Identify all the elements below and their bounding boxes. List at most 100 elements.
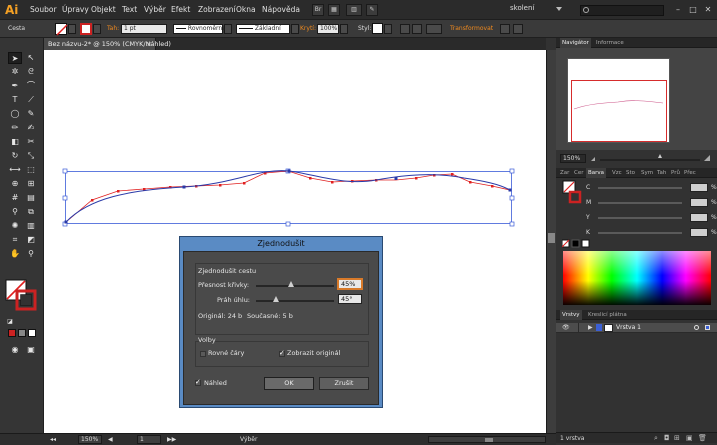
tab-info[interactable]: Informace xyxy=(594,38,626,48)
line-tool-icon[interactable]: ⟋ xyxy=(24,94,38,106)
scissors-tool-icon[interactable]: ✂ xyxy=(24,136,38,148)
minimize-button[interactable]: – xyxy=(672,4,684,15)
anchor-point[interactable] xyxy=(64,220,68,224)
anchor-point[interactable] xyxy=(287,169,291,173)
hand-tool-icon[interactable]: ✋ xyxy=(8,248,22,260)
brush-dropdown[interactable] xyxy=(291,24,299,34)
opacity-dropdown[interactable] xyxy=(340,24,348,34)
handle-bottom-right[interactable] xyxy=(509,221,515,227)
default-colors-icon[interactable]: ◪ xyxy=(6,316,14,328)
curve-precision-slider-thumb[interactable] xyxy=(288,281,295,287)
stroke-weight-field[interactable]: 1 pt xyxy=(121,24,167,34)
symbol-sprayer-tool-icon[interactable]: ✺ xyxy=(8,220,22,232)
document-setup-icon[interactable] xyxy=(400,24,410,34)
tab-artboards[interactable]: Kreslicí plátna xyxy=(586,310,629,320)
perspective-grid-tool-icon[interactable]: ⊞ xyxy=(24,178,38,190)
brush-select[interactable]: Základní xyxy=(236,24,290,34)
menu-upravy[interactable]: Úpravy xyxy=(62,5,89,14)
pencil-tool-icon[interactable]: ✏ xyxy=(8,122,22,134)
tab-layers[interactable]: Vrstvy xyxy=(560,310,582,320)
menu-efekt[interactable]: Efekt xyxy=(171,5,190,14)
menu-soubor[interactable]: Soubor xyxy=(30,5,57,14)
dialog-title[interactable]: Zjednodušit xyxy=(180,237,382,251)
nav-first-icon[interactable]: ◂◂ xyxy=(50,436,56,443)
delete-layer-icon[interactable]: 🗑 xyxy=(698,434,707,442)
show-original-label[interactable]: Zobrazit originál xyxy=(287,349,340,357)
curvature-tool-icon[interactable]: ⌒ xyxy=(24,80,38,92)
gradient-mode-icon[interactable] xyxy=(18,329,26,337)
brush-icon[interactable]: ✎ xyxy=(366,4,378,16)
panel-menu-icon[interactable] xyxy=(513,24,523,34)
bounding-box[interactable] xyxy=(65,171,512,224)
simplified-path-anchors[interactable] xyxy=(64,169,512,224)
transform-link[interactable]: Transformovat xyxy=(450,25,493,32)
gradient-tool-icon[interactable]: ▤ xyxy=(24,192,38,204)
pen-tool-icon[interactable]: ✒ xyxy=(8,80,22,92)
zoom-field[interactable]: 150% xyxy=(78,435,102,444)
status-mode[interactable]: Výběr xyxy=(240,436,257,443)
cyan-field[interactable] xyxy=(690,183,708,192)
menu-objekt[interactable]: Objekt xyxy=(91,5,116,14)
nav-next-icon[interactable]: ▶▶ xyxy=(167,436,176,443)
isolate-icon[interactable] xyxy=(500,24,510,34)
straight-lines-label[interactable]: Rovné čáry xyxy=(208,349,244,357)
close-window-button[interactable]: ✕ xyxy=(702,4,714,15)
tab-sym[interactable]: Sym xyxy=(639,168,655,178)
cyan-slider[interactable] xyxy=(598,187,682,189)
magenta-slider[interactable] xyxy=(598,202,682,204)
navigator-preview[interactable] xyxy=(567,58,670,143)
angle-threshold-field[interactable]: 45° xyxy=(338,294,362,304)
tab-tah[interactable]: Tah xyxy=(655,168,668,178)
stroke-label[interactable]: Tah: xyxy=(107,25,119,32)
new-sublayer-icon[interactable]: ⊞ xyxy=(674,434,680,442)
tab-zar[interactable]: Zar xyxy=(558,168,571,178)
layer-name[interactable]: Vrstva 1 xyxy=(616,324,641,331)
curve-precision-field[interactable]: 45% xyxy=(338,279,362,289)
stock-icon[interactable]: ▦ xyxy=(328,4,340,16)
show-original-checkbox[interactable] xyxy=(279,349,285,357)
anchor-point[interactable] xyxy=(182,185,186,189)
stroke-dropdown[interactable] xyxy=(93,24,101,34)
menu-napoveda[interactable]: Nápověda xyxy=(262,5,300,14)
horizontal-scrollbar[interactable] xyxy=(428,436,546,443)
scale-tool-icon[interactable]: ⤡ xyxy=(24,150,38,162)
lasso-tool-icon[interactable]: ᘓ xyxy=(24,66,38,78)
maximize-button[interactable]: □ xyxy=(687,4,699,15)
document-tab[interactable]: Bez názvu-2* @ 150% (CMYK/Náhled) × xyxy=(44,38,171,50)
drawing-mode-icon[interactable]: ◉ xyxy=(8,344,22,356)
close-tab-icon[interactable]: × xyxy=(147,38,152,50)
magenta-field[interactable] xyxy=(690,198,708,207)
slice-tool-icon[interactable]: ◩ xyxy=(24,234,38,246)
handle-top-right[interactable] xyxy=(509,168,515,174)
profile-dropdown[interactable] xyxy=(224,24,232,34)
blend-tool-icon[interactable]: ⧉ xyxy=(24,206,38,218)
artboard-tool-icon[interactable]: ⌗ xyxy=(8,234,22,246)
anchor-point[interactable] xyxy=(508,188,512,192)
align-icon[interactable] xyxy=(426,24,442,34)
straight-lines-checkbox[interactable] xyxy=(200,351,206,357)
zoom-tool-icon[interactable]: ⚲ xyxy=(24,248,38,260)
mesh-tool-icon[interactable]: # xyxy=(8,192,22,204)
angle-threshold-slider-thumb[interactable] xyxy=(272,296,279,302)
nav-prev-icon[interactable]: ◀ xyxy=(108,436,113,443)
clipping-mask-icon[interactable]: ◘ xyxy=(664,434,670,442)
selection-indicator-icon[interactable] xyxy=(705,325,710,330)
fill-dropdown[interactable] xyxy=(68,24,76,34)
preferences-icon[interactable] xyxy=(412,24,422,34)
menu-text[interactable]: Text xyxy=(122,5,137,14)
locate-object-icon[interactable]: ⌕ xyxy=(654,434,658,443)
eye-icon[interactable]: 👁 xyxy=(562,324,570,331)
ellipse-tool-icon[interactable]: ◯ xyxy=(8,108,22,120)
preview-label[interactable]: Náhled xyxy=(204,379,227,387)
tab-cer[interactable]: Cer xyxy=(572,168,586,178)
fill-swatch[interactable] xyxy=(55,23,68,36)
handle-bottom-center[interactable] xyxy=(285,221,291,227)
workspace-switcher[interactable]: skolení xyxy=(510,4,562,16)
column-graph-tool-icon[interactable]: ▥ xyxy=(24,220,38,232)
vertical-scrollbar[interactable] xyxy=(546,50,556,433)
cancel-button[interactable]: Zrušit xyxy=(319,377,369,390)
new-layer-icon[interactable]: ▣ xyxy=(686,434,693,442)
opacity-label[interactable]: Krytí: xyxy=(300,25,316,32)
angle-threshold-slider[interactable] xyxy=(256,300,334,302)
tab-prec[interactable]: Přec xyxy=(682,168,698,178)
